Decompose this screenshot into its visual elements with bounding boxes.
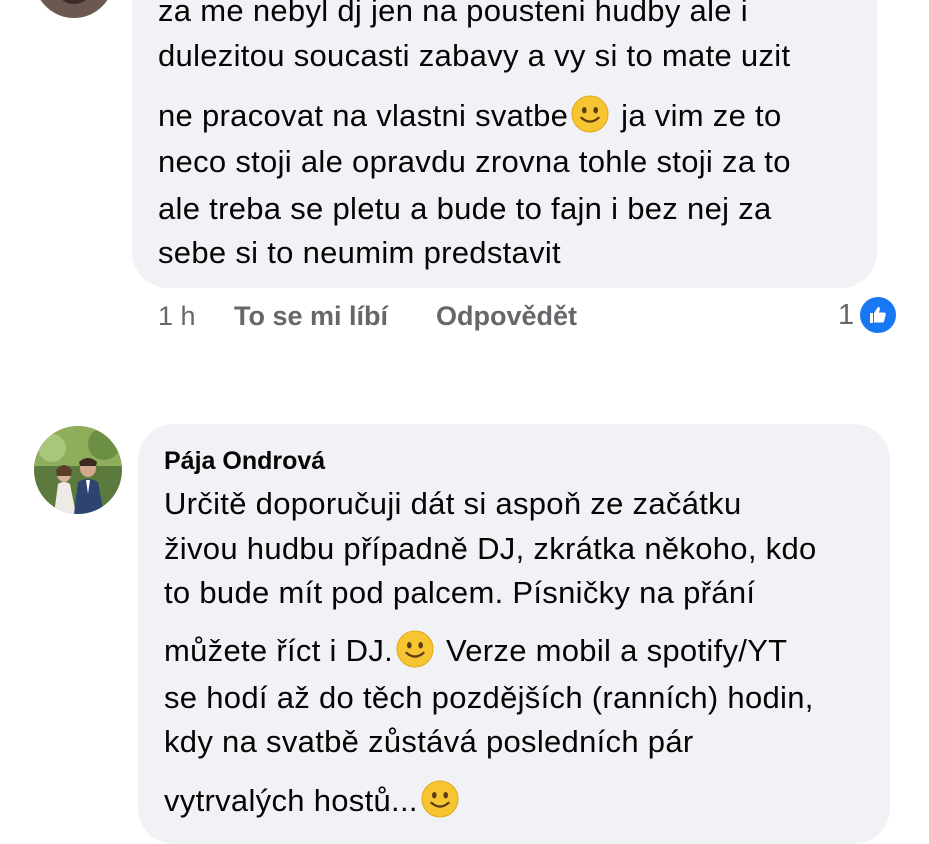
comment-text-line: ne pracovat na vlastni svatbe ja vim ze … [158, 95, 782, 134]
commenter-avatar[interactable] [34, 426, 122, 514]
smiley-emoji-icon [421, 780, 459, 818]
comment-text-segment: vytrvalých hostů... [164, 783, 418, 818]
smiley-emoji-icon [396, 630, 434, 668]
reaction-summary[interactable]: 1 [838, 295, 899, 335]
smiley-emoji-icon [571, 95, 609, 133]
commenter-avatar[interactable] [34, 0, 114, 18]
comment-text-line: za me nebyl dj jen na pousteni hudby ale… [158, 0, 748, 28]
comment-text-line: se hodí až do těch pozdějších (ranních) … [164, 680, 814, 715]
comment-text-line: neco stoji ale opravdu zrovna tohle stoj… [158, 144, 791, 179]
comment-text-line: živou hudbu případně DJ, zkrátka někoho,… [164, 531, 817, 566]
reply-link[interactable]: Odpovědět [436, 301, 577, 332]
comment-text-segment: ja vim ze to [612, 98, 782, 133]
comment-text-line: ale treba se pletu a bude to fajn i bez … [158, 191, 772, 226]
comment-text-segment: můžete říct i DJ. [164, 633, 394, 668]
comment-text-segment: Verze mobil a spotify/YT [437, 633, 788, 668]
comment-text-line: sebe si to neumim predstavit [158, 235, 561, 270]
comment-timestamp[interactable]: 1 h [158, 301, 196, 332]
comment-text-line: Určitě doporučuji dát si aspoň ze začátk… [164, 486, 742, 521]
comment-text-segment: ne pracovat na vlastni svatbe [158, 98, 569, 133]
comment-text-line: kdy na svatbě zůstává posledních pár [164, 724, 694, 759]
comment-text-line: dulezitou soucasti zabavy a vy si to mat… [158, 38, 791, 73]
reaction-count: 1 [838, 298, 855, 331]
comment-author-name[interactable]: Pája Ondrová [164, 447, 325, 476]
like-link[interactable]: To se mi líbí [234, 301, 388, 332]
comment-text-line: to bude mít pod palcem. Písničky na přán… [164, 575, 756, 610]
like-icon [858, 295, 899, 335]
comment-text-line: můžete říct i DJ. Verze mobil a spotify/… [164, 630, 787, 669]
